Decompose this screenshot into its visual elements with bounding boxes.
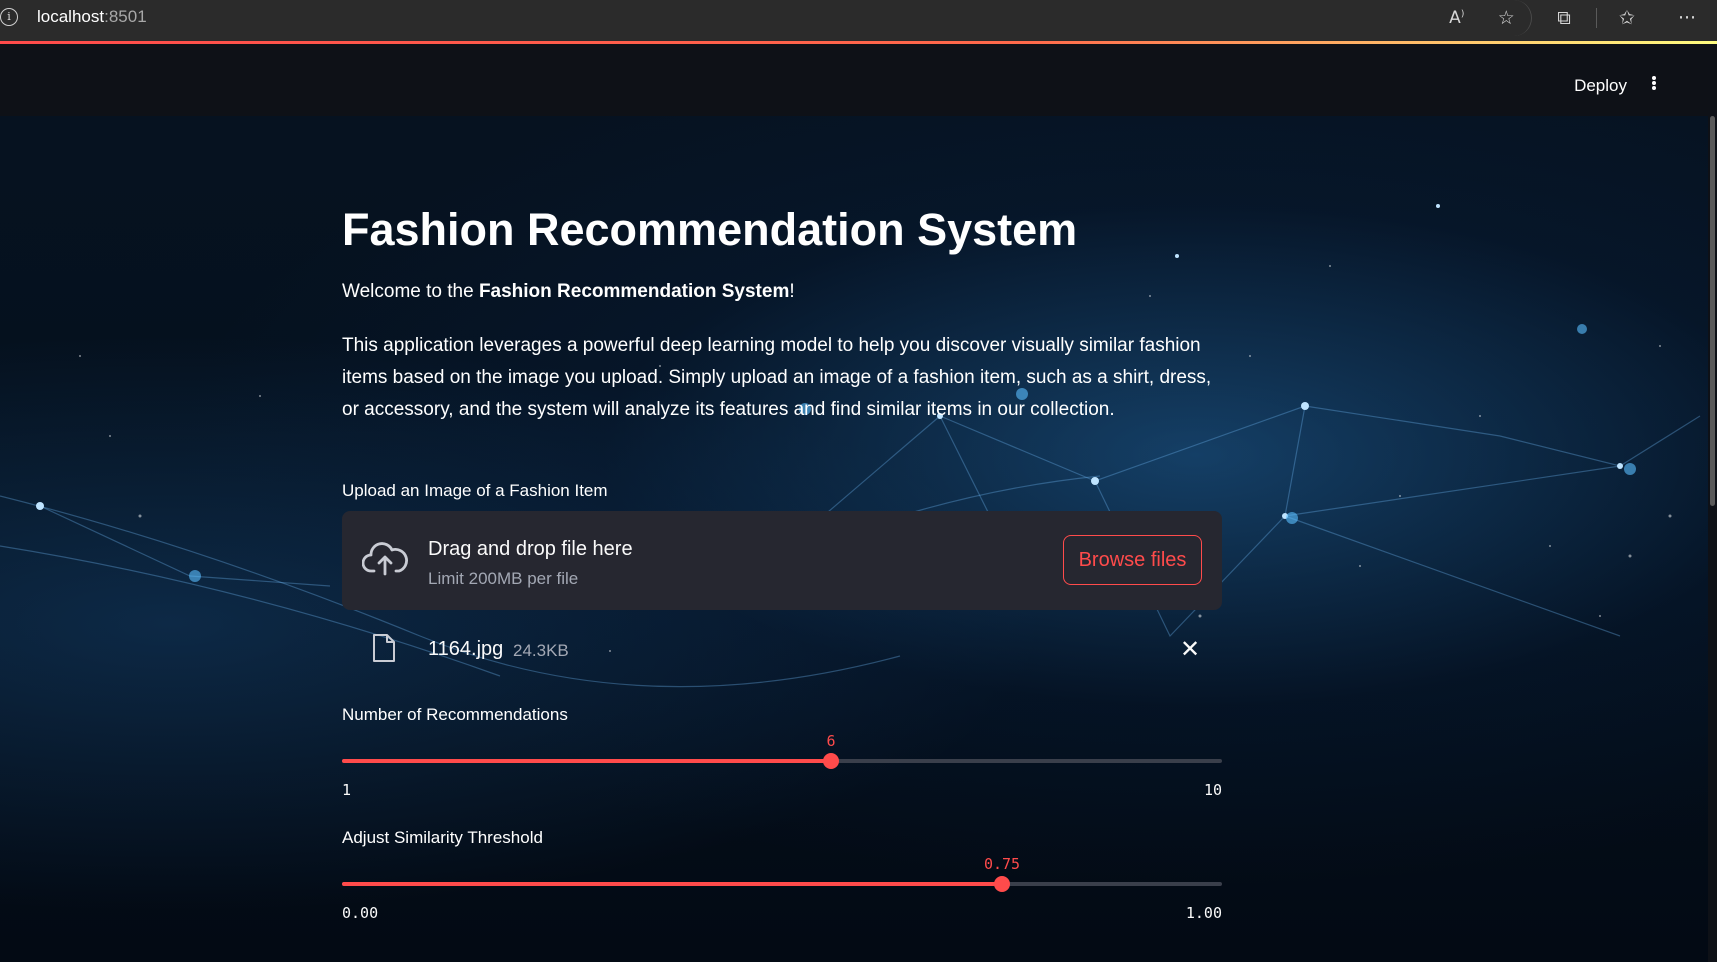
scrollbar-thumb[interactable] [1710,116,1715,506]
page-scrollbar[interactable] [1708,44,1717,962]
threshold-slider-fill [342,882,1002,886]
threshold-slider[interactable] [342,876,1222,892]
welcome-app-name: Fashion Recommendation System [478,281,790,302]
upload-label: Upload an Image of a Fashion Item [342,481,608,500]
cloud-upload-icon [362,542,408,576]
dropzone-limit: Limit 200MB per file [428,569,579,588]
welcome-suffix: ! [789,281,795,302]
url-port: :8501 [104,7,147,26]
recommendations-slider-thumb[interactable] [823,753,839,769]
threshold-slider-max: 1.00 [1185,904,1222,922]
threshold-slider-thumb[interactable] [994,876,1010,892]
recommendations-slider-min: 1 [342,781,352,799]
main-area: Fashion Recommendation System Welcome to… [0,116,1708,962]
remove-file-icon[interactable]: ✕ [1180,635,1200,663]
site-info-icon[interactable]: i [0,8,18,26]
recommendations-slider-value: 6 [826,732,836,750]
deploy-button[interactable]: Deploy [1574,76,1627,96]
page-title: Fashion Recommendation System [342,204,1078,255]
browser-toolbar: i localhost:8501 A) ☆ ⧉ ✩ ··· [0,0,1717,41]
threshold-slider-label: Adjust Similarity Threshold [342,828,543,847]
recommendations-slider-fill [342,759,831,763]
address-bar[interactable]: localhost:8501 [37,7,147,27]
dropzone-title: Drag and drop file here [428,538,633,560]
browser-actions: A) ☆ ⧉ ✩ ··· [1432,0,1717,36]
favorites-list-icon[interactable]: ✩ [1597,7,1657,29]
recommendations-slider[interactable] [342,753,1222,769]
file-icon [373,634,395,662]
threshold-slider-min: 0.00 [342,904,379,922]
main-menu-icon[interactable] [1646,71,1662,95]
uploaded-file-size: 24.3KB [513,641,569,660]
extensions-icon[interactable]: ⧉ [1532,7,1596,29]
favorite-star-icon[interactable]: ☆ [1483,7,1529,29]
url-host: localhost [37,7,105,26]
recommendations-slider-max: 10 [1203,781,1222,799]
read-aloud-icon[interactable]: A) [1434,8,1480,28]
uploaded-file-row: 1164.jpg 24.3KB ✕ [342,631,1222,671]
threshold-slider-value: 0.75 [983,855,1021,873]
file-dropzone[interactable]: Drag and drop file here Limit 200MB per … [342,511,1222,610]
app-description: This application leverages a powerful de… [342,335,1212,420]
address-actions: A) ☆ [1432,0,1532,36]
recommendations-slider-label: Number of Recommendations [342,705,568,724]
uploaded-file-name: 1164.jpg [428,638,504,660]
app-header: Deploy [0,44,1708,116]
browse-files-button[interactable]: Browse files [1063,535,1202,585]
more-icon[interactable]: ··· [1657,7,1717,29]
welcome-prefix: Welcome to the [342,281,479,302]
welcome-text: Welcome to the Fashion Recommendation Sy… [342,281,795,303]
